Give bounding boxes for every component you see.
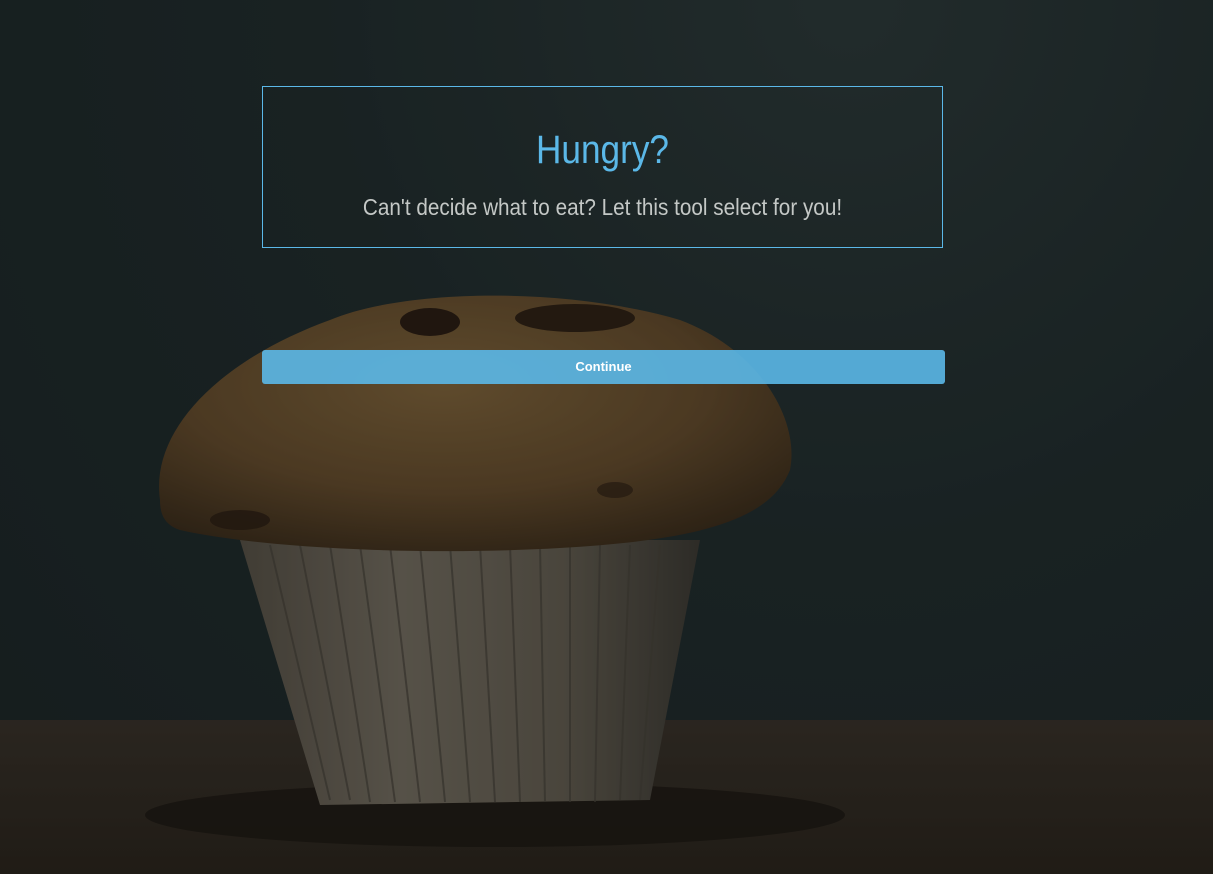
- continue-button[interactable]: Continue: [262, 350, 945, 384]
- page-subtitle: Can't decide what to eat? Let this tool …: [362, 194, 843, 220]
- page-title: Hungry?: [535, 128, 670, 172]
- landing-page: Hungry? Can't decide what to eat? Let th…: [0, 0, 1213, 874]
- hero-card: Hungry? Can't decide what to eat? Let th…: [262, 86, 943, 248]
